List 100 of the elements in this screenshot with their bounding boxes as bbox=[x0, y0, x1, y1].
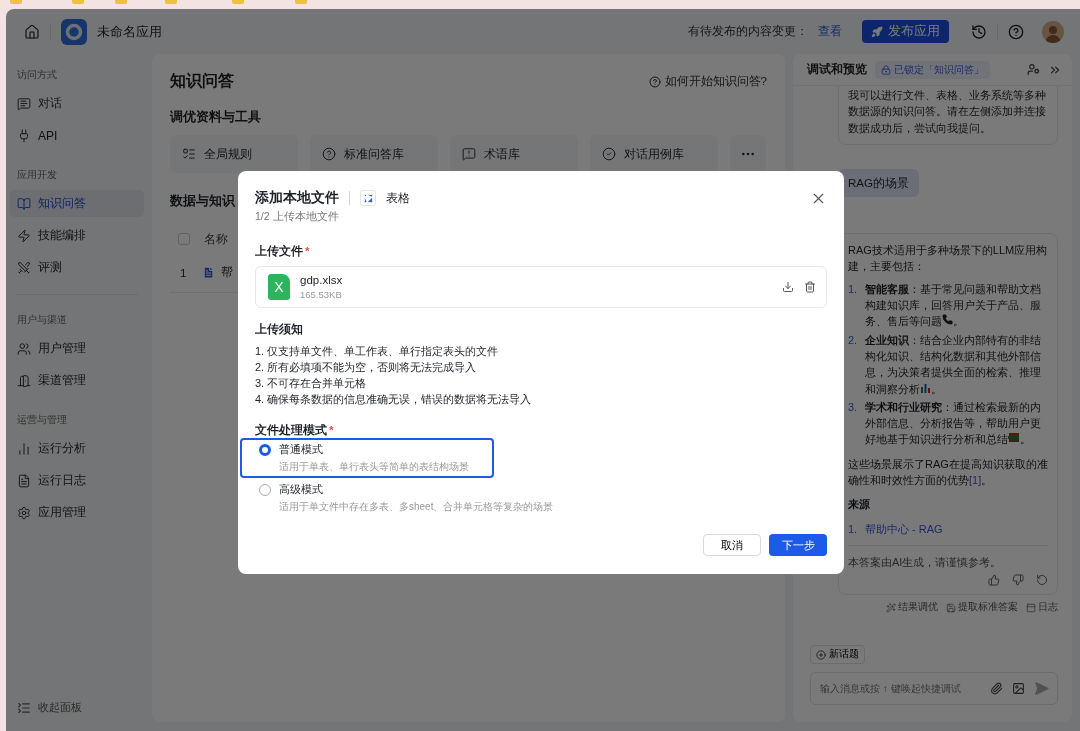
send-icon[interactable] bbox=[1034, 681, 1049, 696]
publish-button[interactable]: 发布应用 bbox=[862, 20, 949, 43]
help-icon bbox=[648, 75, 661, 88]
avatar[interactable] bbox=[1042, 20, 1064, 43]
notice-item: 4. 确保每条数据的信息准确无误，错误的数据将无法导入 bbox=[255, 392, 532, 407]
books-icon bbox=[1008, 432, 1020, 444]
thumbs-up-icon[interactable] bbox=[988, 574, 1000, 587]
window-icon bbox=[1026, 602, 1036, 613]
sidebar-item[interactable]: 用户管理 bbox=[10, 335, 144, 362]
bar-chart-icon bbox=[17, 441, 31, 456]
new-topic-button[interactable]: 新话题 bbox=[810, 645, 865, 664]
spreadsheet-file-icon: X bbox=[268, 274, 290, 300]
sidebar-item[interactable]: 应用管理 bbox=[10, 499, 144, 526]
section-title: 用户与渠道 bbox=[16, 313, 68, 327]
more-button[interactable] bbox=[730, 135, 766, 173]
swords-icon bbox=[17, 260, 31, 275]
sidebar-item[interactable]: 知识问答 bbox=[10, 190, 144, 217]
page-title: 知识问答 bbox=[170, 71, 234, 91]
help-icon[interactable] bbox=[1008, 23, 1024, 40]
file-name: gdp.xlsx bbox=[300, 274, 343, 286]
answer-action[interactable]: 结果调优 bbox=[886, 601, 938, 615]
list-number: 3. bbox=[848, 399, 859, 415]
users-icon bbox=[17, 341, 31, 356]
list-icon bbox=[182, 147, 196, 161]
check-circle-icon bbox=[602, 147, 616, 161]
source-link[interactable]: 帮助中心 - RAG bbox=[865, 520, 943, 537]
disclaimer: 本答案由AI生成，请谨慎参考。 bbox=[848, 544, 1048, 571]
regenerate-icon[interactable] bbox=[1036, 574, 1048, 587]
list-item-text: 智能客服：基于常见问题和帮助文档构建知识库，回答用户关于产品、服务、售后等问题 。 bbox=[865, 281, 1042, 330]
list-number: 1. bbox=[848, 521, 859, 537]
delete-icon[interactable] bbox=[804, 281, 816, 293]
section-title: 上传须知 bbox=[255, 322, 303, 337]
sidebar-item[interactable]: 对话 bbox=[10, 90, 144, 117]
sidebar-item[interactable]: 评测 bbox=[10, 254, 144, 281]
notice-item: 2. 所有必填项不能为空，否则将无法完成导入 bbox=[255, 360, 477, 375]
mode-option[interactable]: 普通模式 适用于单表、单行表头等简单的表结构场景 bbox=[240, 438, 494, 478]
cancel-button[interactable]: 取消 bbox=[703, 534, 761, 556]
tool-card[interactable]: 术语库 bbox=[450, 135, 578, 173]
select-all-checkbox[interactable] bbox=[178, 233, 190, 245]
option-description: 适用于单文件中存在多表、多sheet、合并单元格等复杂的场景 bbox=[279, 500, 554, 514]
file-size: 165.53KB bbox=[300, 289, 343, 300]
file-name: 帮 bbox=[221, 265, 234, 280]
book-icon bbox=[17, 196, 31, 211]
list-number: 2. bbox=[848, 332, 859, 348]
panel-title: 调试和预览 bbox=[807, 61, 867, 78]
download-icon[interactable] bbox=[782, 281, 794, 293]
user-settings-icon[interactable] bbox=[1027, 63, 1040, 76]
notice-item: 3. 不可存在合并单元格 bbox=[255, 376, 367, 391]
bot-message: 我可以进行文件、表格、业务系统等多种数据源的知识问答。请在左侧添加并连接数据成功后，尝试向我提问。 bbox=[838, 86, 1058, 145]
option-title: 高级模式 bbox=[279, 482, 324, 497]
section-title: 数据与知识 bbox=[170, 193, 235, 210]
home-icon[interactable] bbox=[24, 23, 40, 40]
collapse-panel-button[interactable]: 收起面板 bbox=[10, 700, 89, 715]
answer-action[interactable]: 提取标准答案 bbox=[946, 601, 1018, 615]
sidebar-item[interactable]: API bbox=[10, 122, 144, 149]
app-logo bbox=[61, 18, 87, 45]
tool-card[interactable]: 全局规则 bbox=[170, 135, 298, 173]
next-button[interactable]: 下一步 bbox=[769, 534, 827, 556]
sidebar-item[interactable]: 技能编排 bbox=[10, 222, 144, 249]
radio-button[interactable] bbox=[259, 484, 271, 496]
save-icon bbox=[946, 602, 956, 613]
answer-action[interactable]: 日志 bbox=[1026, 601, 1058, 615]
answer-summary: 这些场景展示了RAG在提高知识获取的准确性和时效性方面的优势[1]。 bbox=[848, 456, 1048, 489]
document-icon bbox=[202, 266, 216, 279]
column-header: 名称 bbox=[204, 231, 228, 247]
field-label: 文件处理模式 * bbox=[255, 423, 334, 438]
pending-changes-label: 有待发布的内容变更： bbox=[688, 24, 808, 39]
view-link[interactable]: 查看 bbox=[818, 24, 842, 39]
help-link[interactable]: 如何开始知识问答? bbox=[648, 74, 767, 89]
list-item-text: 学术和行业研究：通过检索最新的内外部信息、分析报告等，帮助用户更好地基于知识进行分析和总结 。 bbox=[865, 399, 1042, 448]
mode-option[interactable]: 高级模式 适用于单文件中存在多表、多sheet、合并单元格等复杂的场景 bbox=[240, 478, 573, 518]
step-subtitle: 1/2 上传本地文件 bbox=[255, 210, 340, 224]
document-icon bbox=[17, 473, 31, 488]
tool-card[interactable]: 对话用例库 bbox=[590, 135, 718, 173]
list-number: 1. bbox=[848, 281, 859, 297]
sidebar-item[interactable]: 渠道管理 bbox=[10, 367, 144, 394]
image-icon[interactable] bbox=[1012, 682, 1025, 695]
app-name: 未命名应用 bbox=[97, 22, 162, 41]
phone-icon bbox=[942, 314, 953, 326]
list-item-text: 企业知识：结合企业内部特有的非结构化知识、结构化数据和其他外部信息，为决策者提供全面的检索、推理和洞察分析 。 bbox=[865, 332, 1042, 397]
citation-link[interactable]: [1] bbox=[969, 474, 982, 487]
history-icon[interactable] bbox=[971, 23, 987, 40]
sources-title: 来源 bbox=[848, 497, 871, 513]
locked-badge: 已锁定「知识问答」 bbox=[875, 60, 990, 79]
lock-icon bbox=[881, 64, 891, 75]
tool-card[interactable]: 标准问答库 bbox=[310, 135, 438, 173]
chat-icon bbox=[17, 96, 31, 111]
wand-icon bbox=[886, 602, 896, 613]
radio-button[interactable] bbox=[259, 444, 271, 456]
message-alert-icon bbox=[462, 147, 476, 161]
notice-item: 1. 仅支持单文件、单工作表、单行指定表头的文件 bbox=[255, 344, 499, 359]
user-message: RAG的场景 bbox=[838, 168, 919, 198]
door-icon bbox=[17, 373, 31, 388]
section-title: 访问方式 bbox=[16, 68, 58, 82]
collapse-icon bbox=[17, 700, 31, 715]
sidebar-item[interactable]: 运行日志 bbox=[10, 467, 144, 494]
thumbs-down-icon[interactable] bbox=[1012, 574, 1024, 587]
option-title: 普通模式 bbox=[279, 442, 324, 457]
sidebar-item[interactable]: 运行分析 bbox=[10, 435, 144, 462]
attachment-icon[interactable] bbox=[990, 682, 1003, 695]
